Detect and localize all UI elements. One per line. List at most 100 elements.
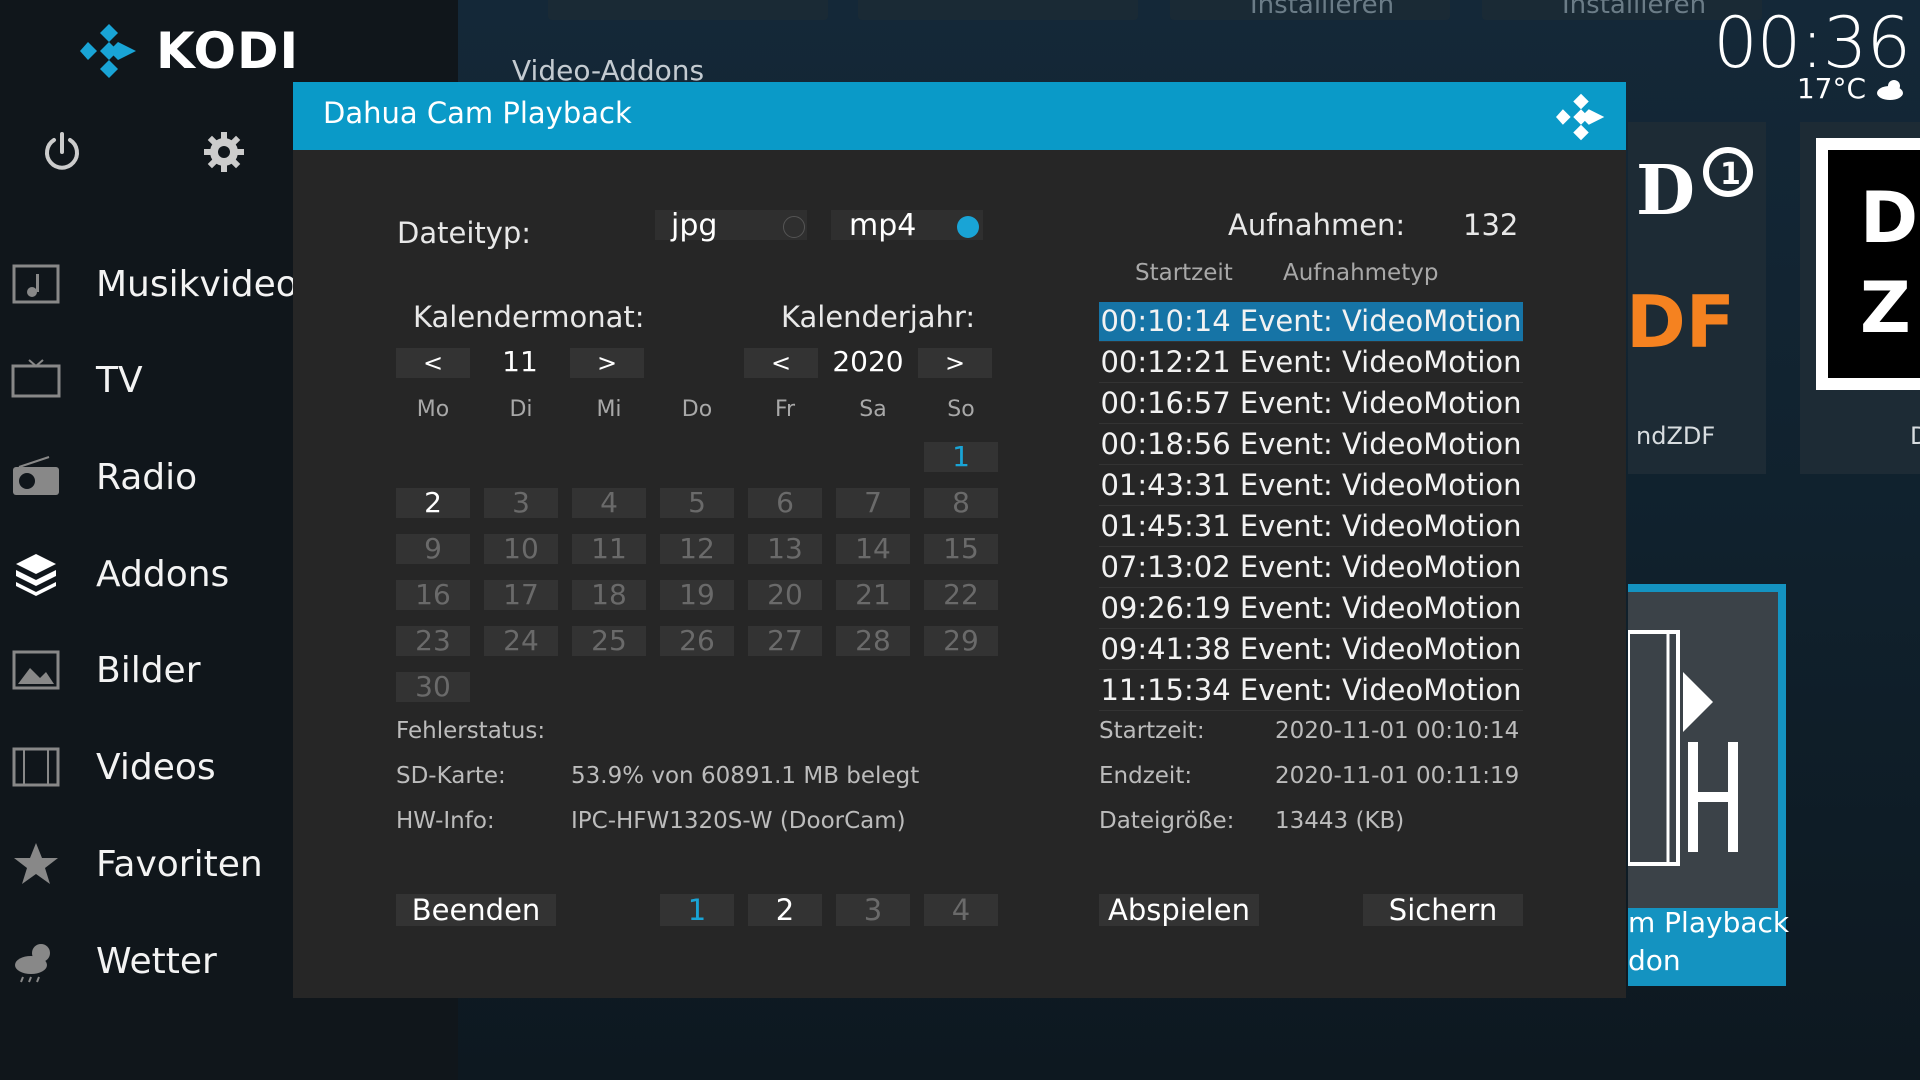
page-button[interactable]: 4 bbox=[924, 894, 998, 926]
calendar-day[interactable]: 20 bbox=[748, 580, 822, 610]
calendar-day[interactable]: 17 bbox=[484, 580, 558, 610]
calendar-day[interactable]: 28 bbox=[836, 626, 910, 656]
recording-row[interactable]: 11:15:34 Event: VideoMotion bbox=[1099, 671, 1523, 711]
recordings-list: 00:10:14 Event: VideoMotion 00:12:21 Even… bbox=[1099, 302, 1523, 712]
recording-row[interactable]: 00:18:56 Event: VideoMotion bbox=[1099, 425, 1523, 465]
calendar-day[interactable]: 24 bbox=[484, 626, 558, 656]
detail-end-value: 2020-11-01 00:11:19 bbox=[1275, 763, 1520, 789]
sidebar-item-label: Bilder bbox=[96, 649, 201, 691]
dahua-addon-icon bbox=[1626, 630, 1738, 866]
sidebar-item-radio[interactable]: Radio bbox=[0, 447, 296, 507]
calendar-day[interactable]: 23 bbox=[396, 626, 470, 656]
svg-text:Z: Z bbox=[1860, 267, 1911, 349]
weekday-header: Do bbox=[681, 397, 713, 422]
recording-row[interactable]: 00:16:57 Event: VideoMotion bbox=[1099, 384, 1523, 424]
calendar-day[interactable]: 27 bbox=[748, 626, 822, 656]
save-button[interactable]: Sichern bbox=[1363, 894, 1523, 926]
sidebar-item-favoriten[interactable]: Favoriten bbox=[0, 834, 296, 894]
calendar-day[interactable]: 5 bbox=[660, 488, 734, 518]
calendar-day[interactable]: 2 bbox=[396, 488, 470, 518]
recording-row[interactable]: 01:43:31 Event: VideoMotion bbox=[1099, 466, 1523, 506]
tv-icon bbox=[10, 356, 62, 404]
recording-row[interactable]: 09:41:38 Event: VideoMotion bbox=[1099, 630, 1523, 670]
sidebar-item-musikvideos[interactable]: Musikvideos bbox=[0, 254, 296, 314]
month-next-button[interactable]: > bbox=[570, 348, 644, 378]
calendar-day[interactable]: 30 bbox=[396, 672, 470, 702]
calendar-day[interactable]: 3 bbox=[484, 488, 558, 518]
gear-icon bbox=[204, 132, 244, 172]
calendar-day[interactable]: 6 bbox=[748, 488, 822, 518]
sidebar-item-wetter[interactable]: Wetter bbox=[0, 931, 296, 991]
poster-label: ndZDF bbox=[1636, 422, 1716, 450]
sidebar-item-addons[interactable]: Addons bbox=[0, 544, 296, 604]
recording-row[interactable]: 01:45:31 Event: VideoMotion bbox=[1099, 507, 1523, 547]
calendar-day[interactable]: 4 bbox=[572, 488, 646, 518]
play-button[interactable]: Abspielen bbox=[1099, 894, 1259, 926]
settings-button[interactable] bbox=[202, 130, 246, 174]
background-tile bbox=[548, 0, 828, 20]
power-button[interactable] bbox=[40, 130, 84, 174]
weekday-header: Mo bbox=[416, 397, 450, 422]
weather-status: 17°C bbox=[1797, 72, 1906, 105]
radio-icon bbox=[10, 453, 62, 501]
calendar-day[interactable]: 11 bbox=[572, 534, 646, 564]
calendar-day[interactable]: 13 bbox=[748, 534, 822, 564]
calendar-day[interactable]: 29 bbox=[924, 626, 998, 656]
month-prev-button[interactable]: < bbox=[396, 348, 470, 378]
poster-ard-zdf[interactable]: D 1 DF ndZDF bbox=[1626, 122, 1766, 474]
app-name: KODI bbox=[156, 22, 300, 80]
radio-on-icon bbox=[957, 216, 979, 238]
calendar-day[interactable]: 18 bbox=[572, 580, 646, 610]
quit-button[interactable]: Beenden bbox=[396, 894, 556, 926]
sidebar-item-label: Addons bbox=[96, 553, 230, 595]
addons-box-icon bbox=[10, 550, 62, 598]
recording-row[interactable]: 00:10:14 Event: VideoMotion bbox=[1099, 302, 1523, 342]
year-next-button[interactable]: > bbox=[918, 348, 992, 378]
calendar-day[interactable]: 14 bbox=[836, 534, 910, 564]
calendar-day[interactable]: 25 bbox=[572, 626, 646, 656]
calendar-day[interactable]: 1 bbox=[924, 442, 998, 472]
calendar-day[interactable]: 26 bbox=[660, 626, 734, 656]
sidebar-item-bilder[interactable]: Bilder bbox=[0, 640, 296, 700]
radio-label: jpg bbox=[671, 208, 718, 243]
calendar-day[interactable]: 12 bbox=[660, 534, 734, 564]
calendar-day[interactable]: 8 bbox=[924, 488, 998, 518]
calendar-day[interactable]: 22 bbox=[924, 580, 998, 610]
recording-row[interactable]: 00:12:21 Event: VideoMotion bbox=[1099, 343, 1523, 383]
svg-text:1: 1 bbox=[1720, 157, 1741, 192]
detail-end-label: Endzeit: bbox=[1099, 763, 1193, 789]
weekday-header: Fr bbox=[774, 397, 796, 422]
sidebar-item-videos[interactable]: Videos bbox=[0, 737, 296, 797]
calendar-day[interactable]: 9 bbox=[396, 534, 470, 564]
sidebar-item-label: Musikvideos bbox=[96, 263, 296, 305]
calendar-day[interactable]: 7 bbox=[836, 488, 910, 518]
calendar-day[interactable]: 10 bbox=[484, 534, 558, 564]
sidebar-item-tv[interactable]: TV bbox=[0, 350, 296, 410]
tile-label: Installieren bbox=[1250, 0, 1395, 20]
detail-size-value: 13443 (KB) bbox=[1275, 808, 1405, 834]
year-label: Kalenderjahr: bbox=[781, 300, 976, 334]
cloud-icon bbox=[1877, 79, 1903, 100]
page-button[interactable]: 2 bbox=[748, 894, 822, 926]
recording-row[interactable]: 07:13:02 Event: VideoMotion bbox=[1099, 548, 1523, 588]
poster-zdfneo[interactable]: D Z D bbox=[1800, 122, 1920, 474]
music-video-icon bbox=[10, 260, 62, 308]
poster-dahua-cam-playback[interactable]: m Playback don bbox=[1626, 584, 1789, 986]
page-button[interactable]: 3 bbox=[836, 894, 910, 926]
calendar-day[interactable]: 15 bbox=[924, 534, 998, 564]
hw-info-label: HW-Info: bbox=[396, 808, 495, 834]
recording-row[interactable]: 09:26:19 Event: VideoMotion bbox=[1099, 589, 1523, 629]
calendar-day[interactable]: 21 bbox=[836, 580, 910, 610]
calendar-day[interactable]: 19 bbox=[660, 580, 734, 610]
tile-label: Installieren bbox=[1562, 0, 1707, 20]
sd-card-label: SD-Karte: bbox=[396, 763, 506, 789]
year-prev-button[interactable]: < bbox=[744, 348, 818, 378]
weekday-header: Sa bbox=[859, 397, 887, 422]
sidebar-item-label: Radio bbox=[96, 456, 198, 498]
recordings-count: 132 bbox=[1463, 208, 1519, 242]
background-tile bbox=[858, 0, 1138, 20]
page-button[interactable]: 1 bbox=[660, 894, 734, 926]
calendar-day[interactable]: 16 bbox=[396, 580, 470, 610]
temperature: 17°C bbox=[1796, 72, 1866, 105]
dialog-header: Dahua Cam Playback bbox=[293, 82, 1626, 150]
